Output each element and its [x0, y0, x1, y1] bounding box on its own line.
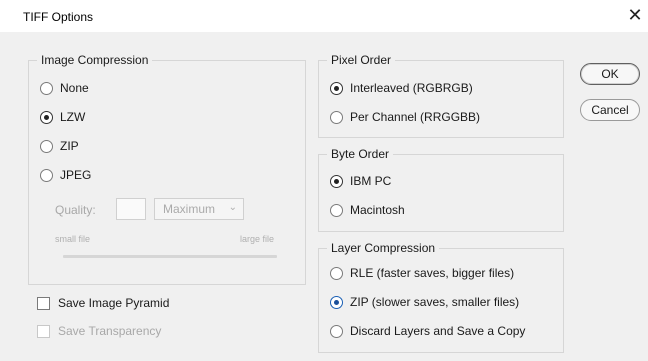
- radio-macintosh-label: Macintosh: [350, 203, 405, 217]
- window-title: TIFF Options: [23, 10, 94, 24]
- radio-jpeg[interactable]: JPEG: [40, 167, 91, 183]
- pixel-order-legend: Pixel Order: [327, 53, 396, 68]
- radio-lzw-label: LZW: [60, 110, 86, 124]
- radio-rle-indicator[interactable]: [330, 266, 343, 280]
- radio-jpeg-label: JPEG: [60, 168, 92, 182]
- radio-discard-layers[interactable]: Discard Layers and Save a Copy: [330, 323, 525, 339]
- radio-none-indicator[interactable]: [40, 81, 53, 95]
- image-compression-group: Image Compression None LZW ZIP JPEG Qual…: [28, 53, 306, 285]
- radio-lzw-indicator[interactable]: [40, 110, 53, 124]
- radio-layer-zip-indicator[interactable]: [330, 295, 343, 309]
- radio-discard-layers-indicator[interactable]: [330, 324, 343, 338]
- image-compression-legend: Image Compression: [37, 53, 153, 68]
- radio-rle[interactable]: RLE (faster saves, bigger files): [330, 265, 514, 281]
- cancel-button[interactable]: Cancel: [580, 99, 640, 121]
- radio-layer-zip[interactable]: ZIP (slower saves, smaller files): [330, 294, 519, 310]
- checkbox-save-transparency[interactable]: Save Transparency: [37, 323, 161, 339]
- small-file-label: small file: [55, 234, 91, 244]
- radio-per-channel[interactable]: Per Channel (RRGGBB): [330, 109, 480, 125]
- title-bar: TIFF Options ✕: [0, 0, 648, 32]
- radio-none[interactable]: None: [40, 80, 89, 96]
- radio-ibm-pc-label: IBM PC: [350, 174, 392, 188]
- radio-jpeg-indicator[interactable]: [40, 168, 53, 182]
- checkbox-save-pyramid[interactable]: Save Image Pyramid: [37, 295, 169, 311]
- radio-macintosh[interactable]: Macintosh: [330, 202, 405, 218]
- checkbox-save-transparency-label: Save Transparency: [58, 324, 162, 338]
- quality-select-value: Maximum: [163, 202, 216, 216]
- dialog-body: Image Compression None LZW ZIP JPEG Qual…: [0, 32, 648, 361]
- radio-discard-layers-label: Discard Layers and Save a Copy: [350, 324, 526, 338]
- pixel-order-group: Pixel Order Interleaved (RGBRGB) Per Cha…: [318, 53, 564, 138]
- checkbox-save-pyramid-label: Save Image Pyramid: [58, 296, 170, 310]
- radio-interleaved-label: Interleaved (RGBRGB): [350, 81, 473, 95]
- radio-zip-indicator[interactable]: [40, 139, 53, 153]
- close-icon[interactable]: ✕: [622, 2, 648, 28]
- quality-label: Quality:: [55, 203, 96, 217]
- radio-rle-label: RLE (faster saves, bigger files): [350, 266, 515, 280]
- large-file-label: large file: [240, 234, 275, 244]
- radio-interleaved[interactable]: Interleaved (RGBRGB): [330, 80, 473, 96]
- radio-per-channel-indicator[interactable]: [330, 110, 343, 124]
- byte-order-group: Byte Order IBM PC Macintosh: [318, 147, 564, 232]
- layer-compression-legend: Layer Compression: [327, 241, 440, 256]
- quality-select[interactable]: Maximum ⌄: [154, 198, 244, 220]
- ok-button[interactable]: OK: [580, 63, 640, 85]
- layer-compression-group: Layer Compression RLE (faster saves, big…: [318, 241, 564, 353]
- quality-input[interactable]: [116, 198, 146, 220]
- chevron-down-icon: ⌄: [228, 202, 237, 213]
- radio-none-label: None: [60, 81, 89, 95]
- radio-ibm-pc[interactable]: IBM PC: [330, 173, 391, 189]
- checkbox-save-pyramid-box[interactable]: [37, 296, 50, 310]
- checkbox-save-transparency-box[interactable]: [37, 324, 50, 338]
- radio-zip-label: ZIP: [60, 139, 79, 153]
- quality-slider[interactable]: [63, 255, 277, 258]
- radio-lzw[interactable]: LZW: [40, 109, 85, 125]
- radio-ibm-pc-indicator[interactable]: [330, 174, 343, 188]
- radio-layer-zip-label: ZIP (slower saves, smaller files): [350, 295, 520, 309]
- radio-macintosh-indicator[interactable]: [330, 203, 343, 217]
- radio-per-channel-label: Per Channel (RRGGBB): [350, 110, 481, 124]
- radio-interleaved-indicator[interactable]: [330, 81, 343, 95]
- byte-order-legend: Byte Order: [327, 147, 394, 162]
- radio-zip[interactable]: ZIP: [40, 138, 79, 154]
